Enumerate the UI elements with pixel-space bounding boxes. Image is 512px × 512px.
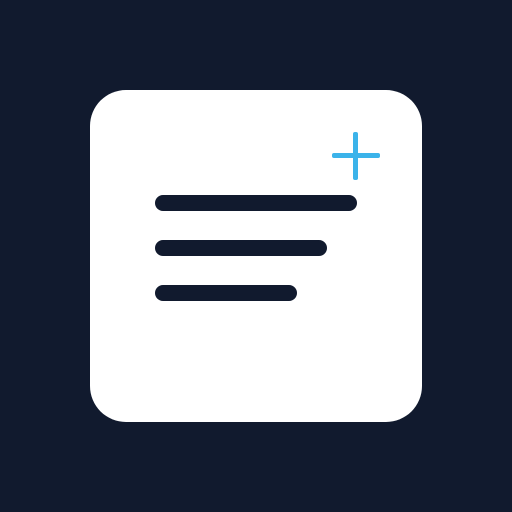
app-icon-canvas: [0, 0, 512, 512]
text-line-1-icon: [155, 195, 357, 211]
text-line-2-icon: [155, 240, 327, 256]
plus-icon: [332, 132, 380, 180]
plus-vertical-bar: [353, 132, 358, 180]
text-line-3-icon: [155, 285, 297, 301]
